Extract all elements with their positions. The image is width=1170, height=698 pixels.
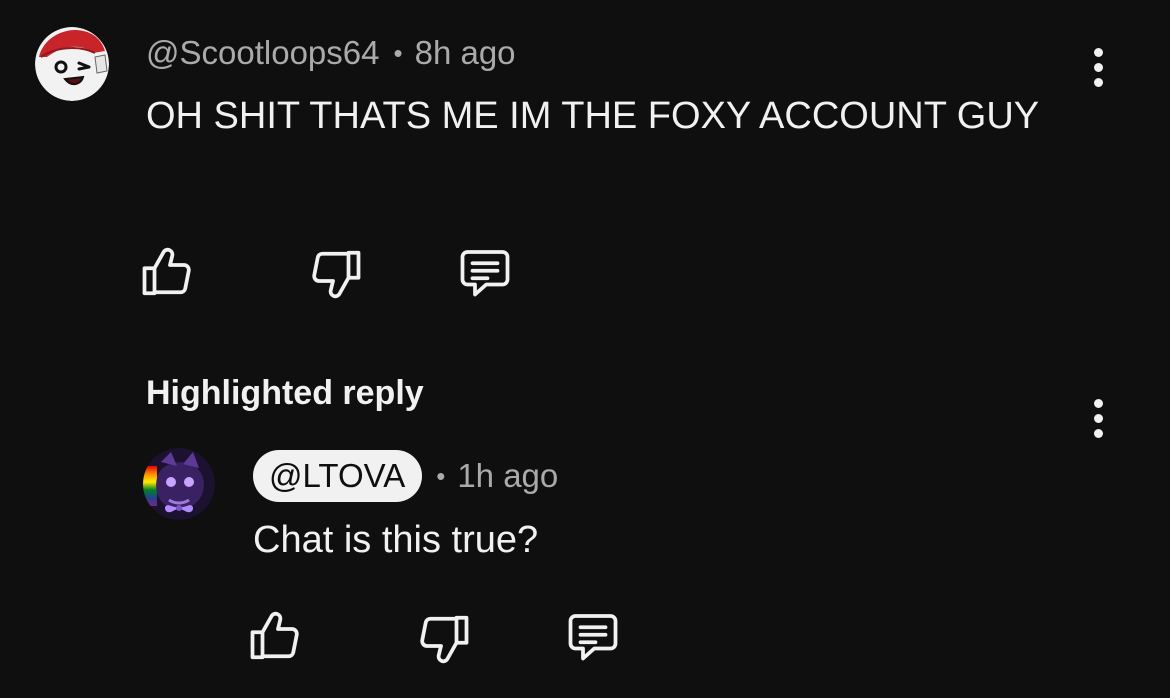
reply-button[interactable] [455, 242, 515, 302]
comment-meta: @Scootloops64 • 8h ago [146, 30, 516, 76]
reply-like-button[interactable] [245, 606, 305, 666]
thumbs-down-icon [414, 609, 474, 669]
meta-separator: • [393, 37, 403, 68]
cartoon-face-avatar-icon [35, 27, 109, 101]
purple-mascot-avatar-icon [143, 448, 215, 520]
more-vertical-icon[interactable] [1088, 45, 1108, 90]
reply-dislike-button[interactable] [414, 609, 474, 669]
reply-meta: @LTOVA • 1h ago [253, 450, 558, 502]
thumbs-down-icon [306, 244, 366, 304]
thumbs-up-icon [137, 242, 197, 302]
comment-author[interactable]: @Scootloops64 [146, 34, 379, 72]
comment-text: OH SHIT THATS ME IM THE FOXY ACCOUNT GUY [146, 95, 1040, 137]
meta-separator: • [436, 460, 446, 491]
author-avatar[interactable] [35, 27, 109, 101]
reply-comment-icon [563, 606, 623, 666]
reply-author-badge[interactable]: @LTOVA [253, 450, 423, 502]
more-vertical-icon[interactable] [1088, 396, 1108, 441]
like-button[interactable] [137, 242, 197, 302]
dislike-button[interactable] [306, 244, 366, 304]
reply-timestamp[interactable]: 1h ago [457, 457, 558, 495]
highlighted-reply-label: Highlighted reply [146, 374, 424, 412]
reply-comment-icon [455, 242, 515, 302]
comment-timestamp[interactable]: 8h ago [415, 34, 516, 72]
reply-reply-button[interactable] [563, 606, 623, 666]
thumbs-up-icon [245, 606, 305, 666]
reply-text: Chat is this true? [253, 519, 539, 561]
reply-author-avatar[interactable] [143, 448, 215, 520]
